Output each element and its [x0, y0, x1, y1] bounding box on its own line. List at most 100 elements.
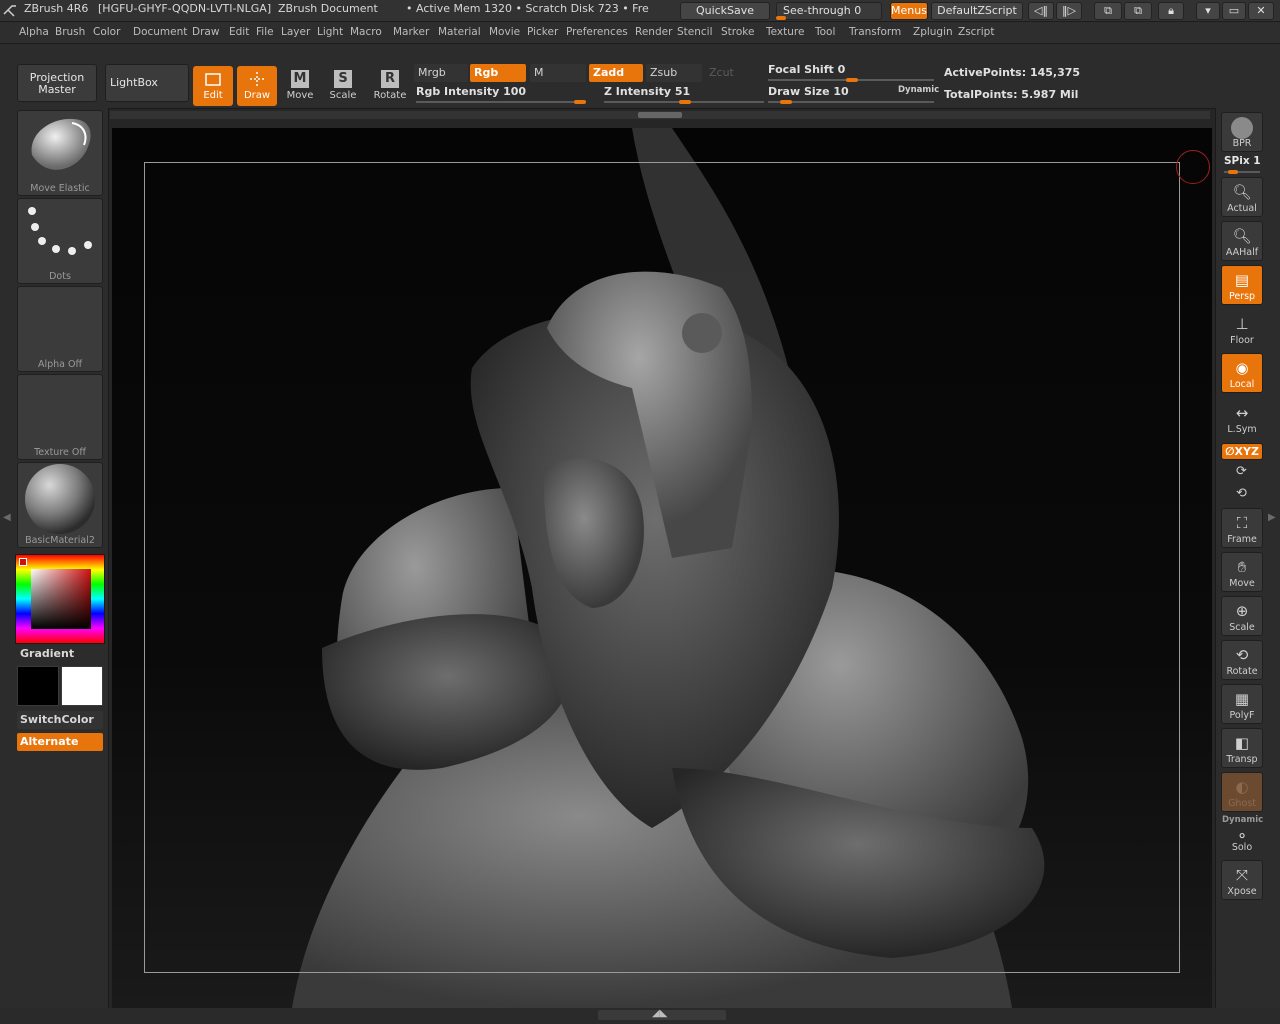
focal-shift-slider[interactable]: Focal Shift 0	[768, 63, 845, 76]
menu-marker[interactable]: Marker	[393, 26, 429, 38]
minimize-icon[interactable]: ▾	[1196, 2, 1220, 20]
zcut-toggle[interactable]: Zcut	[705, 64, 755, 82]
move-view-button[interactable]: ✋︎ Move	[1221, 552, 1263, 592]
floor-button[interactable]: ⊥ Floor	[1221, 309, 1263, 349]
color-picker[interactable]	[15, 554, 105, 644]
menu-file[interactable]: File	[256, 26, 274, 38]
local-button[interactable]: ◉ Local	[1221, 353, 1263, 393]
rotate-z-icon[interactable]: ⟲	[1236, 486, 1247, 501]
bpr-button[interactable]: BPR	[1221, 112, 1263, 152]
alternate-button[interactable]: Alternate	[17, 733, 103, 751]
left-tray-toggle-icon[interactable]: ◀	[3, 512, 11, 523]
close-icon[interactable]: ✕	[1248, 2, 1274, 20]
menu-tool[interactable]: Tool	[815, 26, 835, 38]
stroke-selector[interactable]: Dots	[17, 198, 103, 284]
menu-preferences[interactable]: Preferences	[566, 26, 628, 38]
menu-light[interactable]: Light	[317, 26, 343, 38]
zsub-toggle[interactable]: Zsub	[646, 64, 702, 82]
spix-knob[interactable]	[1228, 170, 1238, 174]
texture-selector[interactable]: Texture Off	[17, 374, 103, 460]
see-through-slider[interactable]: See-through 0	[776, 2, 882, 20]
canvas-scroll-thumb[interactable]	[638, 112, 682, 118]
right-tray-toggle-icon[interactable]: ▶	[1268, 512, 1276, 523]
menu-stroke[interactable]: Stroke	[721, 26, 754, 38]
menu-edit[interactable]: Edit	[229, 26, 249, 38]
mrgb-toggle[interactable]: Mrgb	[414, 64, 468, 82]
menu-draw[interactable]: Draw	[192, 26, 219, 38]
z-intensity-slider[interactable]: Z Intensity 51	[604, 85, 690, 98]
secondary-color-swatch[interactable]	[61, 666, 103, 706]
maximize-icon[interactable]: ▭	[1222, 2, 1246, 20]
persp-button[interactable]: ▤ Persp	[1221, 265, 1263, 305]
polyf-button[interactable]: ▦ PolyF	[1221, 684, 1263, 724]
menu-picker[interactable]: Picker	[527, 26, 558, 38]
alpha-selector[interactable]: Alpha Off	[17, 286, 103, 372]
spix-slider[interactable]: SPix 1	[1224, 155, 1261, 167]
scale-icon: S	[334, 70, 352, 88]
frame-button[interactable]: ⛶ Frame	[1221, 508, 1263, 548]
zadd-toggle[interactable]: Zadd	[589, 64, 643, 82]
menu-render[interactable]: Render	[635, 26, 672, 38]
rotate-view-button[interactable]: ⟲ Rotate	[1221, 640, 1263, 680]
rgb-intensity-knob[interactable]	[574, 100, 586, 104]
draw-size-slider[interactable]: Draw Size 10	[768, 85, 849, 98]
scale-mode-button[interactable]: S Scale	[323, 66, 363, 106]
lsym-button[interactable]: ↔ L.Sym	[1221, 398, 1263, 438]
switchcolor-button[interactable]: SwitchColor	[17, 711, 103, 729]
lock-icon[interactable]: 🔒︎	[1158, 2, 1184, 20]
draw-mode-button[interactable]: Draw	[237, 66, 277, 106]
canvas-nav-circle[interactable]	[1176, 150, 1210, 184]
aahalf-button[interactable]: 🔍︎ AAHalf	[1221, 221, 1263, 261]
menu-transform[interactable]: Transform	[849, 26, 901, 38]
rotate-y-icon[interactable]: ⟳	[1236, 464, 1247, 479]
brush-selector[interactable]: Move Elastic	[17, 110, 103, 196]
quicksave-button[interactable]: QuickSave	[680, 2, 770, 20]
menus-button[interactable]: Menus	[890, 2, 928, 20]
rgb-intensity-slider[interactable]: Rgb Intensity 100	[416, 85, 526, 98]
menu-alpha[interactable]: Alpha	[19, 26, 49, 38]
actual-button[interactable]: 🔍︎ Actual	[1221, 177, 1263, 217]
main-color-swatch[interactable]	[17, 666, 59, 706]
color-picker-field[interactable]	[31, 569, 91, 629]
menu-document[interactable]: Document	[133, 26, 187, 38]
projection-master-button[interactable]: Projection Master	[17, 64, 97, 102]
dynamic-toggle[interactable]: Dynamic	[898, 85, 939, 95]
layout-alt-icon[interactable]: ⧉	[1124, 2, 1152, 20]
menu-zplugin[interactable]: Zplugin	[913, 26, 953, 38]
lightbox-button[interactable]: LightBox	[105, 64, 189, 102]
bottom-tray-toggle-icon[interactable]: ◢◣	[652, 1008, 667, 1019]
color-picker-marker[interactable]	[19, 558, 27, 566]
menu-movie[interactable]: Movie	[489, 26, 520, 38]
menu-color[interactable]: Color	[93, 26, 120, 38]
menu-stencil[interactable]: Stencil	[677, 26, 713, 38]
default-zscript-button[interactable]: DefaultZScript	[931, 2, 1023, 20]
rgb-toggle[interactable]: Rgb	[470, 64, 526, 82]
menu-macro[interactable]: Macro	[350, 26, 382, 38]
draw-size-track[interactable]	[768, 101, 934, 103]
rotate-mode-button[interactable]: R Rotate	[370, 66, 410, 106]
m-toggle[interactable]: M	[530, 64, 586, 82]
solo-button[interactable]: ⚬ Solo	[1221, 826, 1263, 856]
z-intensity-knob[interactable]	[679, 100, 692, 104]
xpose-button[interactable]: ⤧ Xpose	[1221, 860, 1263, 900]
menu-layer[interactable]: Layer	[281, 26, 310, 38]
scale-view-button[interactable]: ⊕ Scale	[1221, 596, 1263, 636]
layout-icon[interactable]: ⧉	[1094, 2, 1122, 20]
scroll-left-icon[interactable]: ◁‖	[1028, 2, 1054, 20]
menu-zscript[interactable]: Zscript	[958, 26, 994, 38]
draw-size-knob[interactable]	[780, 100, 792, 104]
scroll-right-icon[interactable]: ‖▷	[1056, 2, 1082, 20]
material-selector[interactable]: BasicMaterial2	[17, 462, 103, 548]
edit-mode-button[interactable]: Edit	[193, 66, 233, 106]
xyz-button[interactable]: ∅XYZ	[1221, 443, 1263, 460]
menu-texture[interactable]: Texture	[766, 26, 804, 38]
menu-brush[interactable]: Brush	[55, 26, 85, 38]
focal-shift-knob[interactable]	[846, 78, 858, 82]
rgb-intensity-track[interactable]	[416, 101, 586, 103]
canvas-scrollbar[interactable]	[110, 111, 1210, 119]
ghost-button[interactable]: ◐ Ghost	[1221, 772, 1263, 812]
see-through-knob[interactable]	[776, 16, 786, 20]
transp-button[interactable]: ◧ Transp	[1221, 728, 1263, 768]
menu-material[interactable]: Material	[438, 26, 481, 38]
move-mode-button[interactable]: M Move	[280, 66, 320, 106]
